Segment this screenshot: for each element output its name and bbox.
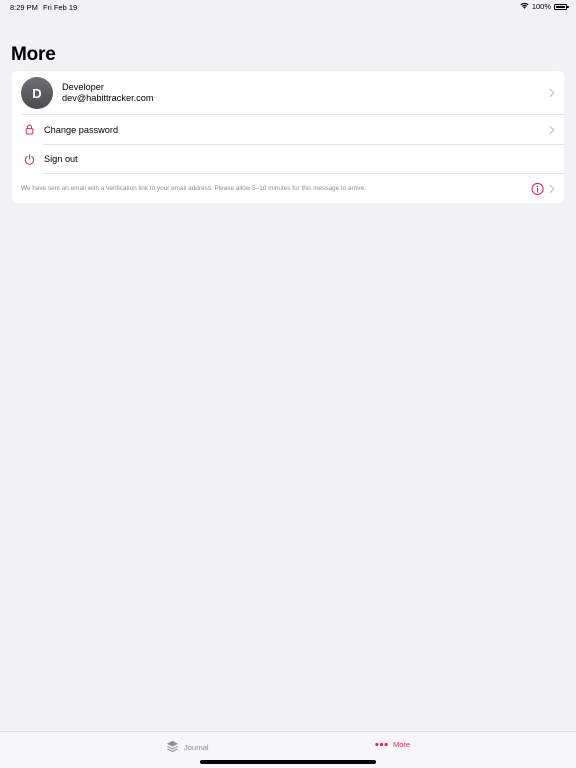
status-date: Fri Feb 19 <box>43 3 78 12</box>
more-screen: 8:29 PM Fri Feb 19 100% More D Developer <box>0 0 576 768</box>
battery-icon <box>554 3 569 10</box>
tab-more[interactable]: More <box>375 740 410 749</box>
profile-info: Developer dev@habittracker.com <box>62 82 154 105</box>
page-title: More <box>11 44 56 65</box>
layers-icon <box>166 740 179 755</box>
tab-more-label: More <box>393 740 411 749</box>
status-indicators: 100% <box>520 2 569 11</box>
sign-out-label: Sign out <box>44 154 78 165</box>
more-dots-icon <box>375 740 388 749</box>
info-icon[interactable] <box>531 182 544 195</box>
chevron-right-icon <box>549 125 555 134</box>
status-time: 8:29 PM <box>10 3 38 12</box>
chevron-right-icon <box>549 88 555 98</box>
battery-level-fill <box>556 5 565 8</box>
chevron-right-icon <box>549 184 555 193</box>
profile-row[interactable]: D Developer dev@habittracker.com <box>12 71 564 115</box>
tab-journal-label: Journal <box>184 743 209 752</box>
avatar: D <box>21 77 53 109</box>
change-password-row[interactable]: Change password <box>12 115 564 145</box>
verification-note-row[interactable]: We have sent an email with a verificatio… <box>12 174 564 203</box>
settings-card: D Developer dev@habittracker.com Change … <box>12 71 564 203</box>
power-icon <box>22 152 36 166</box>
battery-percent: 100% <box>531 2 551 11</box>
status-bar: 8:29 PM Fri Feb 19 100% <box>0 0 576 14</box>
sign-out-row[interactable]: Sign out <box>12 145 564 174</box>
tab-journal[interactable]: Journal <box>166 740 209 755</box>
home-indicator[interactable] <box>200 760 376 764</box>
lock-icon <box>22 123 36 137</box>
profile-name: Developer <box>62 81 104 92</box>
verification-note: We have sent an email with a verificatio… <box>21 185 366 192</box>
profile-email: dev@habittracker.com <box>62 93 154 103</box>
change-password-label: Change password <box>44 124 119 135</box>
wifi-icon <box>520 2 529 11</box>
